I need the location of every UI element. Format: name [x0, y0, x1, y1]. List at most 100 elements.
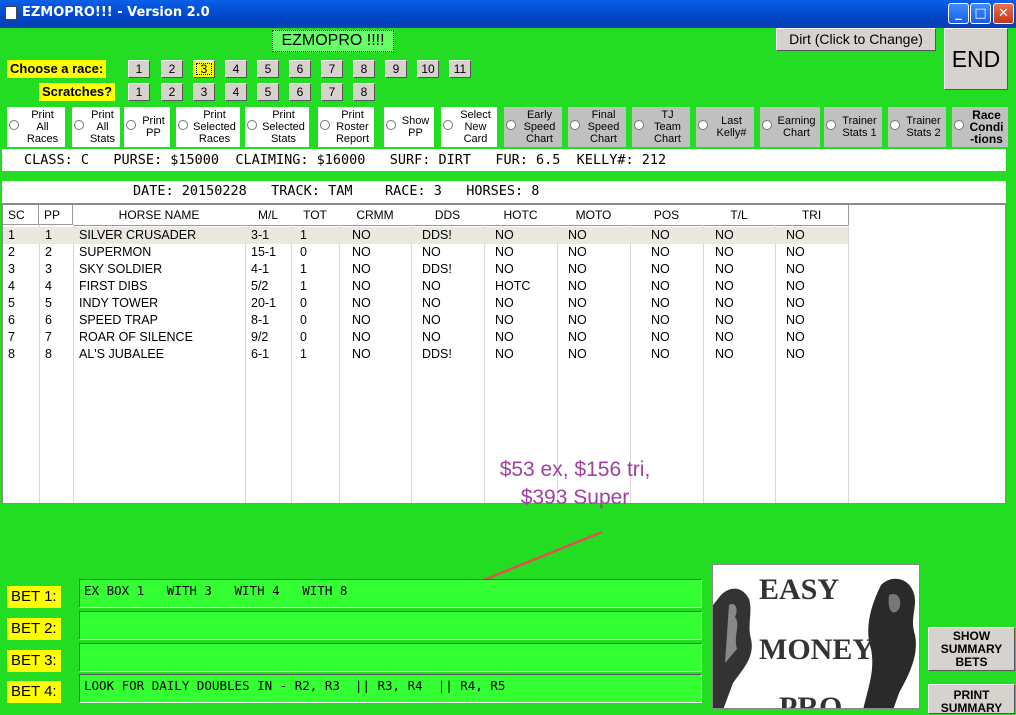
table-row[interactable]: 6 6 SPEED TRAP 8-1 0 NO NO NO NO NO NO NO: [3, 312, 848, 329]
option-show-pp[interactable]: Show PP: [384, 107, 434, 147]
app-name-label: EZMOPRO !!!!: [272, 30, 394, 52]
bet-4-input[interactable]: LOOK FOR DAILY DOUBLES IN - R2, R3 || R3…: [79, 674, 702, 703]
table-row[interactable]: 7 7 ROAR OF SILENCE 9/2 0 NO NO NO NO NO NO NO: [3, 329, 848, 346]
radio-icon[interactable]: [247, 120, 257, 130]
option-print-selected-races[interactable]: Print Selected Races: [176, 107, 240, 147]
radio-icon[interactable]: [9, 120, 19, 130]
scratch-button-8[interactable]: 8: [353, 83, 375, 101]
option-earning-chart[interactable]: Earning Chart: [760, 107, 820, 147]
maximize-icon[interactable]: □: [970, 3, 991, 24]
close-icon[interactable]: ✕: [993, 3, 1014, 24]
table-row[interactable]: 2 2 SUPERMON 15-1 0 NO NO NO NO NO NO NO: [3, 244, 848, 261]
option-print-all-races[interactable]: Print All Races: [7, 107, 65, 147]
easy-money-pro-logo: EASY MONEY PRO: [712, 564, 920, 709]
column-header-pp[interactable]: PP: [39, 205, 73, 225]
option-print-roster-report[interactable]: Print Roster Report: [318, 107, 374, 147]
option-final-speed-chart[interactable]: Final Speed Chart: [568, 107, 626, 147]
show-summary-bets-button[interactable]: SHOW SUMMARY BETS: [928, 627, 1015, 671]
radio-icon[interactable]: [634, 120, 644, 130]
cell-moto: NO: [568, 279, 587, 293]
bet-3-input[interactable]: [79, 643, 702, 672]
radio-icon[interactable]: [178, 120, 188, 130]
bet-2-input[interactable]: [79, 611, 702, 640]
column-header-m-l[interactable]: M/L: [245, 205, 292, 226]
radio-icon[interactable]: [826, 120, 836, 130]
column-header-tot[interactable]: TOT: [291, 205, 340, 226]
radio-icon[interactable]: [386, 120, 396, 130]
option-trainer-stats-1[interactable]: Trainer Stats 1: [824, 107, 882, 147]
option-trainer-stats-2[interactable]: Trainer Stats 2: [888, 107, 946, 147]
print-summary-button[interactable]: PRINT SUMMARY: [928, 684, 1015, 715]
race-button-2[interactable]: 2: [161, 60, 183, 78]
cell-pp: 4: [45, 279, 52, 293]
option-tj-team-chart[interactable]: TJ Team Chart: [632, 107, 690, 147]
table-row[interactable]: 1 1 SILVER CRUSADER 3-1 1 NO DDS! NO NO NO NO NO: [3, 227, 848, 244]
race-button-8[interactable]: 8: [353, 60, 375, 78]
scratch-button-1[interactable]: 1: [128, 83, 150, 101]
scratch-button-5[interactable]: 5: [257, 83, 279, 101]
cell-m-l: 9/2: [251, 330, 269, 344]
scratch-button-6[interactable]: 6: [289, 83, 311, 101]
radio-icon[interactable]: [126, 120, 136, 130]
cell-t-l: NO: [715, 228, 734, 242]
option-print-all-stats[interactable]: Print All Stats: [72, 107, 120, 147]
race-button-4[interactable]: 4: [225, 60, 247, 78]
race-button-9[interactable]: 9: [385, 60, 407, 78]
radio-icon[interactable]: [762, 120, 772, 130]
scratch-button-4[interactable]: 4: [225, 83, 247, 101]
radio-icon[interactable]: [74, 120, 84, 130]
bet-1-label: BET 1:: [7, 586, 61, 608]
race-button-7[interactable]: 7: [321, 60, 343, 78]
cell-horse-name: INDY TOWER: [79, 296, 159, 310]
column-header-tri[interactable]: TRI: [775, 205, 849, 226]
table-row[interactable]: 4 4 FIRST DIBS 5/2 1 NO NO HOTC NO NO NO NO: [3, 278, 848, 295]
option-select-new-card[interactable]: Select New Card: [441, 107, 497, 147]
race-button-10[interactable]: 10: [417, 60, 439, 78]
surface-toggle-button[interactable]: Dirt (Click to Change): [776, 28, 936, 51]
column-header-pos[interactable]: POS: [630, 205, 704, 226]
logo-line-2: MONEY: [759, 633, 874, 666]
column-header-sc[interactable]: SC: [3, 205, 39, 225]
radio-icon[interactable]: [320, 120, 330, 130]
radio-icon[interactable]: [570, 120, 580, 130]
column-header-hotc[interactable]: HOTC: [484, 205, 558, 226]
option-race-condi-tions[interactable]: Race Condi -tions: [952, 107, 1008, 147]
option-last-kelly[interactable]: Last Kelly#: [696, 107, 754, 147]
cell-crmm: NO: [352, 262, 371, 276]
race-button-6[interactable]: 6: [289, 60, 311, 78]
scratch-button-7[interactable]: 7: [321, 83, 343, 101]
race-button-1[interactable]: 1: [128, 60, 150, 78]
radio-icon[interactable]: [443, 120, 453, 130]
column-header-t-l[interactable]: T/L: [703, 205, 776, 226]
cell-m-l: 8-1: [251, 313, 270, 327]
scratch-button-2[interactable]: 2: [161, 83, 183, 101]
radio-icon[interactable]: [890, 120, 900, 130]
cell-moto: NO: [568, 228, 587, 242]
end-button[interactable]: END: [944, 28, 1008, 90]
column-header-crmm[interactable]: CRMM: [339, 205, 412, 226]
radio-icon[interactable]: [506, 120, 516, 130]
option-print-pp[interactable]: Print PP: [124, 107, 170, 147]
cell-m-l: 6-1: [251, 347, 270, 361]
radio-icon[interactable]: [698, 120, 708, 130]
table-row[interactable]: 8 8 AL'S JUBALEE 6-1 1 NO DDS! NO NO NO NO NO: [3, 346, 848, 363]
cell-moto: NO: [568, 330, 587, 344]
title-bar[interactable]: EZMOPRO!!! - Version 2.0 _ □ ✕: [0, 0, 1016, 28]
scratch-button-3[interactable]: 3: [193, 83, 215, 101]
cell-tot: 1: [300, 347, 307, 361]
race-button-3[interactable]: 3: [193, 60, 215, 78]
table-row[interactable]: 3 3 SKY SOLDIER 4-1 1 NO DDS! NO NO NO NO NO: [3, 261, 848, 278]
race-button-11[interactable]: 11: [449, 60, 471, 78]
column-header-horse-name[interactable]: HORSE NAME: [73, 205, 246, 226]
column-header-moto[interactable]: MOTO: [557, 205, 631, 226]
column-header-dds[interactable]: DDS: [411, 205, 485, 226]
bet-1-input[interactable]: EX BOX 1 WITH 3 WITH 4 WITH 8: [79, 579, 702, 608]
radio-icon[interactable]: [954, 120, 964, 130]
table-row[interactable]: 5 5 INDY TOWER 20-1 0 NO NO NO NO NO NO NO: [3, 295, 848, 312]
cell-moto: NO: [568, 245, 587, 259]
minimize-icon[interactable]: _: [948, 3, 969, 24]
option-early-speed-chart[interactable]: Early Speed Chart: [504, 107, 562, 147]
race-button-5[interactable]: 5: [257, 60, 279, 78]
cell-tot: 0: [300, 330, 307, 344]
option-print-selected-stats[interactable]: Print Selected Stats: [245, 107, 309, 147]
